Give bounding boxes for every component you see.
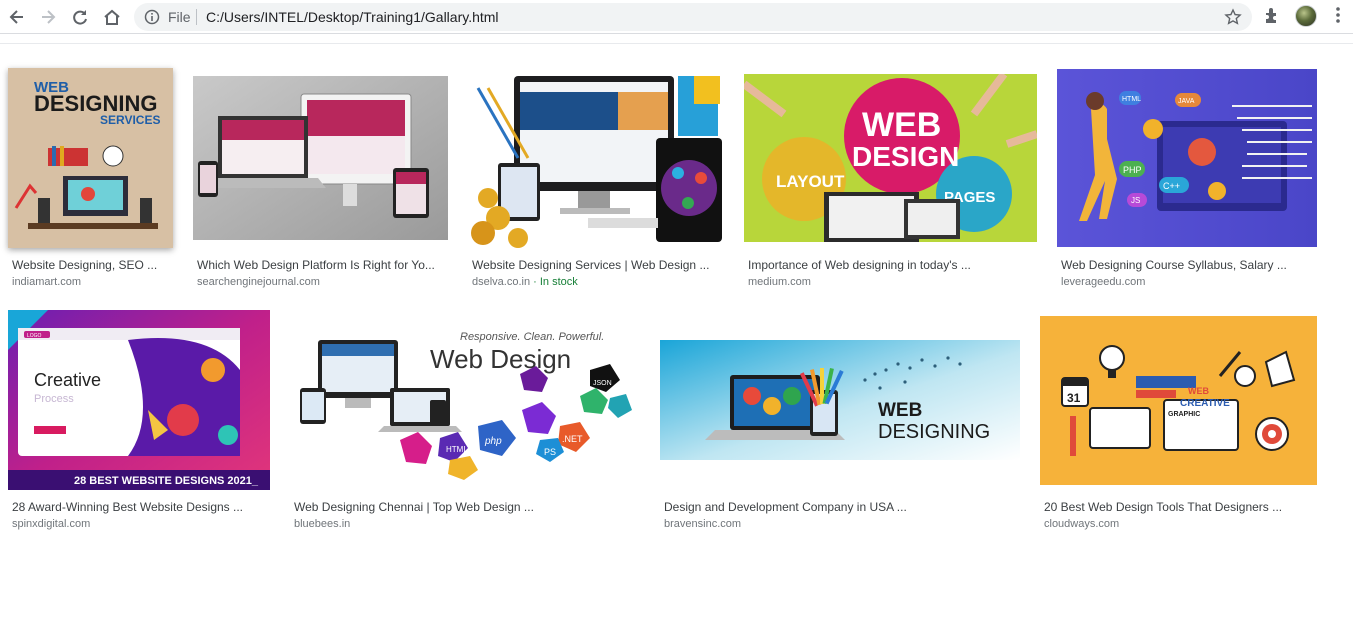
thumb9-graphic: GRAPHIC (1168, 411, 1200, 418)
result-source-9: cloudways.com (1044, 518, 1120, 530)
result-thumbnail-2[interactable] (193, 76, 448, 240)
thumb5-tag-5: C++ (1163, 181, 1180, 191)
star-icon[interactable] (1224, 8, 1242, 31)
info-icon[interactable] (144, 9, 160, 30)
result-thumbnail-6[interactable]: LOGO Creative Process 28 BEST WEBSITE DE… (8, 310, 270, 490)
result-thumbnail-1[interactable]: WEB DESIGNING SERVICES (8, 68, 173, 248)
thumb4-line1: WEB (862, 106, 941, 144)
extensions-icon[interactable] (1262, 5, 1282, 30)
thumb9-calendar: 31 (1067, 391, 1081, 405)
thumb8-line2: DESIGNING (878, 421, 990, 443)
thumb7-tagline: Responsive. Clean. Powerful. (460, 331, 604, 343)
thumb7-tag-4: JSON (593, 380, 612, 387)
result-title-4[interactable]: Importance of Web designing in today's .… (748, 258, 1033, 272)
browser-toolbar: File C:/Users/INTEL/Desktop/Training1/Ga… (0, 0, 1353, 34)
menu-kebab-icon[interactable] (1328, 5, 1348, 30)
url-scheme: File (168, 9, 191, 25)
thumb7-heading: Web Design (430, 344, 571, 374)
result-source-3: dselva.co.in · In stock (472, 276, 578, 288)
result-stock-3: · In stock (530, 276, 578, 288)
result-title-9[interactable]: 20 Best Web Design Tools That Designers … (1044, 500, 1314, 514)
result-source-7: bluebees.in (294, 518, 351, 530)
result-thumbnail-9[interactable]: 31 WEB CREATIVE GRAPHIC (1040, 316, 1317, 485)
thumb5-tag-3: PHP (1123, 165, 1142, 175)
result-source-3-domain: dselva.co.in (472, 276, 531, 288)
thumb7-tag-1: HTML (446, 445, 468, 454)
thumb7-tag-2: php (484, 436, 502, 447)
thumb9-web: WEB (1188, 386, 1209, 396)
reload-icon[interactable] (68, 5, 92, 29)
forward-icon[interactable] (36, 5, 60, 29)
result-source-6: spinxdigital.com (12, 518, 91, 530)
result-thumbnail-3[interactable] (468, 68, 724, 248)
result-source-4: medium.com (748, 276, 811, 288)
thumb8-line1: WEB (878, 400, 922, 421)
result-thumbnail-5[interactable]: HTML JAVA PHP JS C++ (1057, 69, 1317, 247)
result-source-5: leverageedu.com (1061, 276, 1146, 288)
thumb7-tag-3: .NET (562, 434, 583, 444)
result-title-1[interactable]: Website Designing, SEO ... (12, 258, 172, 272)
url-text[interactable]: C:/Users/INTEL/Desktop/Training1/Gallary… (206, 9, 499, 25)
result-thumbnail-4[interactable]: WEB DESIGN LAYOUT PAGES (744, 74, 1037, 242)
thumb5-tag-1: HTML (1122, 96, 1141, 103)
thumb6-logo: LOGO (27, 333, 42, 339)
result-thumbnail-7[interactable]: Responsive. Clean. Powerful. Web Design … (290, 310, 640, 490)
result-source-2: searchenginejournal.com (197, 276, 320, 288)
thumb7-tag-5: PS (544, 447, 556, 457)
result-thumbnail-8[interactable]: WEB DESIGNING (660, 340, 1020, 460)
result-title-6[interactable]: 28 Award-Winning Best Website Designs ..… (12, 500, 267, 514)
url-separator (196, 9, 197, 25)
thumb4-line2: DESIGN (852, 141, 959, 172)
result-title-5[interactable]: Web Designing Course Syllabus, Salary ..… (1061, 258, 1313, 272)
result-title-3[interactable]: Website Designing Services | Web Design … (472, 258, 720, 272)
thumb4-left: LAYOUT (776, 172, 845, 191)
result-title-2[interactable]: Which Web Design Platform Is Right for Y… (197, 258, 442, 272)
thumb1-line3: SERVICES (100, 113, 160, 127)
thumb5-tag-4: JS (1131, 196, 1140, 205)
thumb5-tag-2: JAVA (1178, 98, 1195, 105)
result-source-1: indiamart.com (12, 276, 82, 288)
profile-avatar[interactable] (1295, 5, 1317, 27)
home-icon[interactable] (100, 5, 124, 29)
result-title-7[interactable]: Web Designing Chennai | Top Web Design .… (294, 500, 634, 514)
result-title-8[interactable]: Design and Development Company in USA ..… (664, 500, 1016, 514)
page-divider (0, 43, 1353, 44)
address-bar[interactable]: File C:/Users/INTEL/Desktop/Training1/Ga… (134, 3, 1252, 31)
thumb6-heading: Creative (34, 370, 101, 390)
back-icon[interactable] (5, 5, 29, 29)
result-source-8: bravensinc.com (664, 518, 742, 530)
thumb6-sub: Process (34, 393, 74, 405)
thumb9-creative: CREATIVE (1180, 398, 1230, 409)
thumb6-banner: 28 BEST WEBSITE DESIGNS 2021_ (74, 475, 259, 487)
